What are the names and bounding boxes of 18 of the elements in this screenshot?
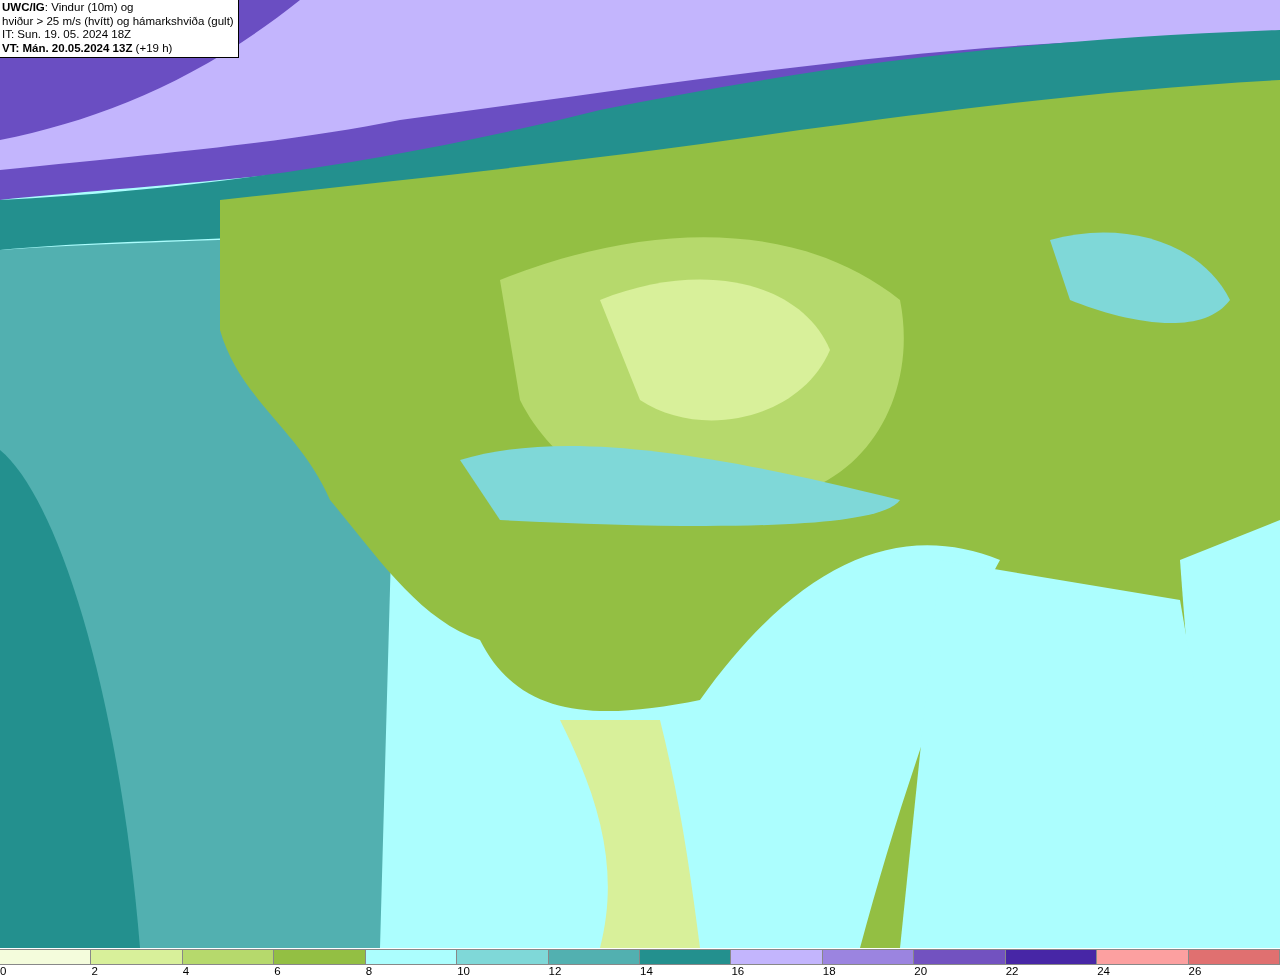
info-text: hviður > 25 m/s (hvítt) og hámarkshviða (gult) (2, 14, 234, 28)
info-text: UWC/IG: Vindur (10m) og (2, 1, 135, 15)
legend-label: 10 (457, 965, 470, 977)
legend-label: 26 (1188, 965, 1202, 977)
legend-label: 24 (1097, 965, 1110, 977)
legend-label: 18 (822, 965, 836, 977)
info-text: IT: Sun. 19. 05. 2024 18Z (2, 28, 133, 42)
legend-label: 14 (640, 965, 653, 977)
legend-label: 6 (274, 965, 281, 977)
legend-label: 8 (365, 965, 373, 977)
legend-label: 2 (91, 965, 98, 977)
legend-label: 22 (1005, 965, 1019, 977)
legend-label: 12 (548, 965, 562, 977)
legend-label: 4 (182, 965, 190, 977)
info-text: VT: Mán. 20.05.2024 13Z (+19 h) (2, 41, 174, 55)
legend-label: 0 (0, 965, 7, 977)
legend-label: 20 (914, 965, 928, 977)
legend-label: 16 (731, 965, 745, 977)
